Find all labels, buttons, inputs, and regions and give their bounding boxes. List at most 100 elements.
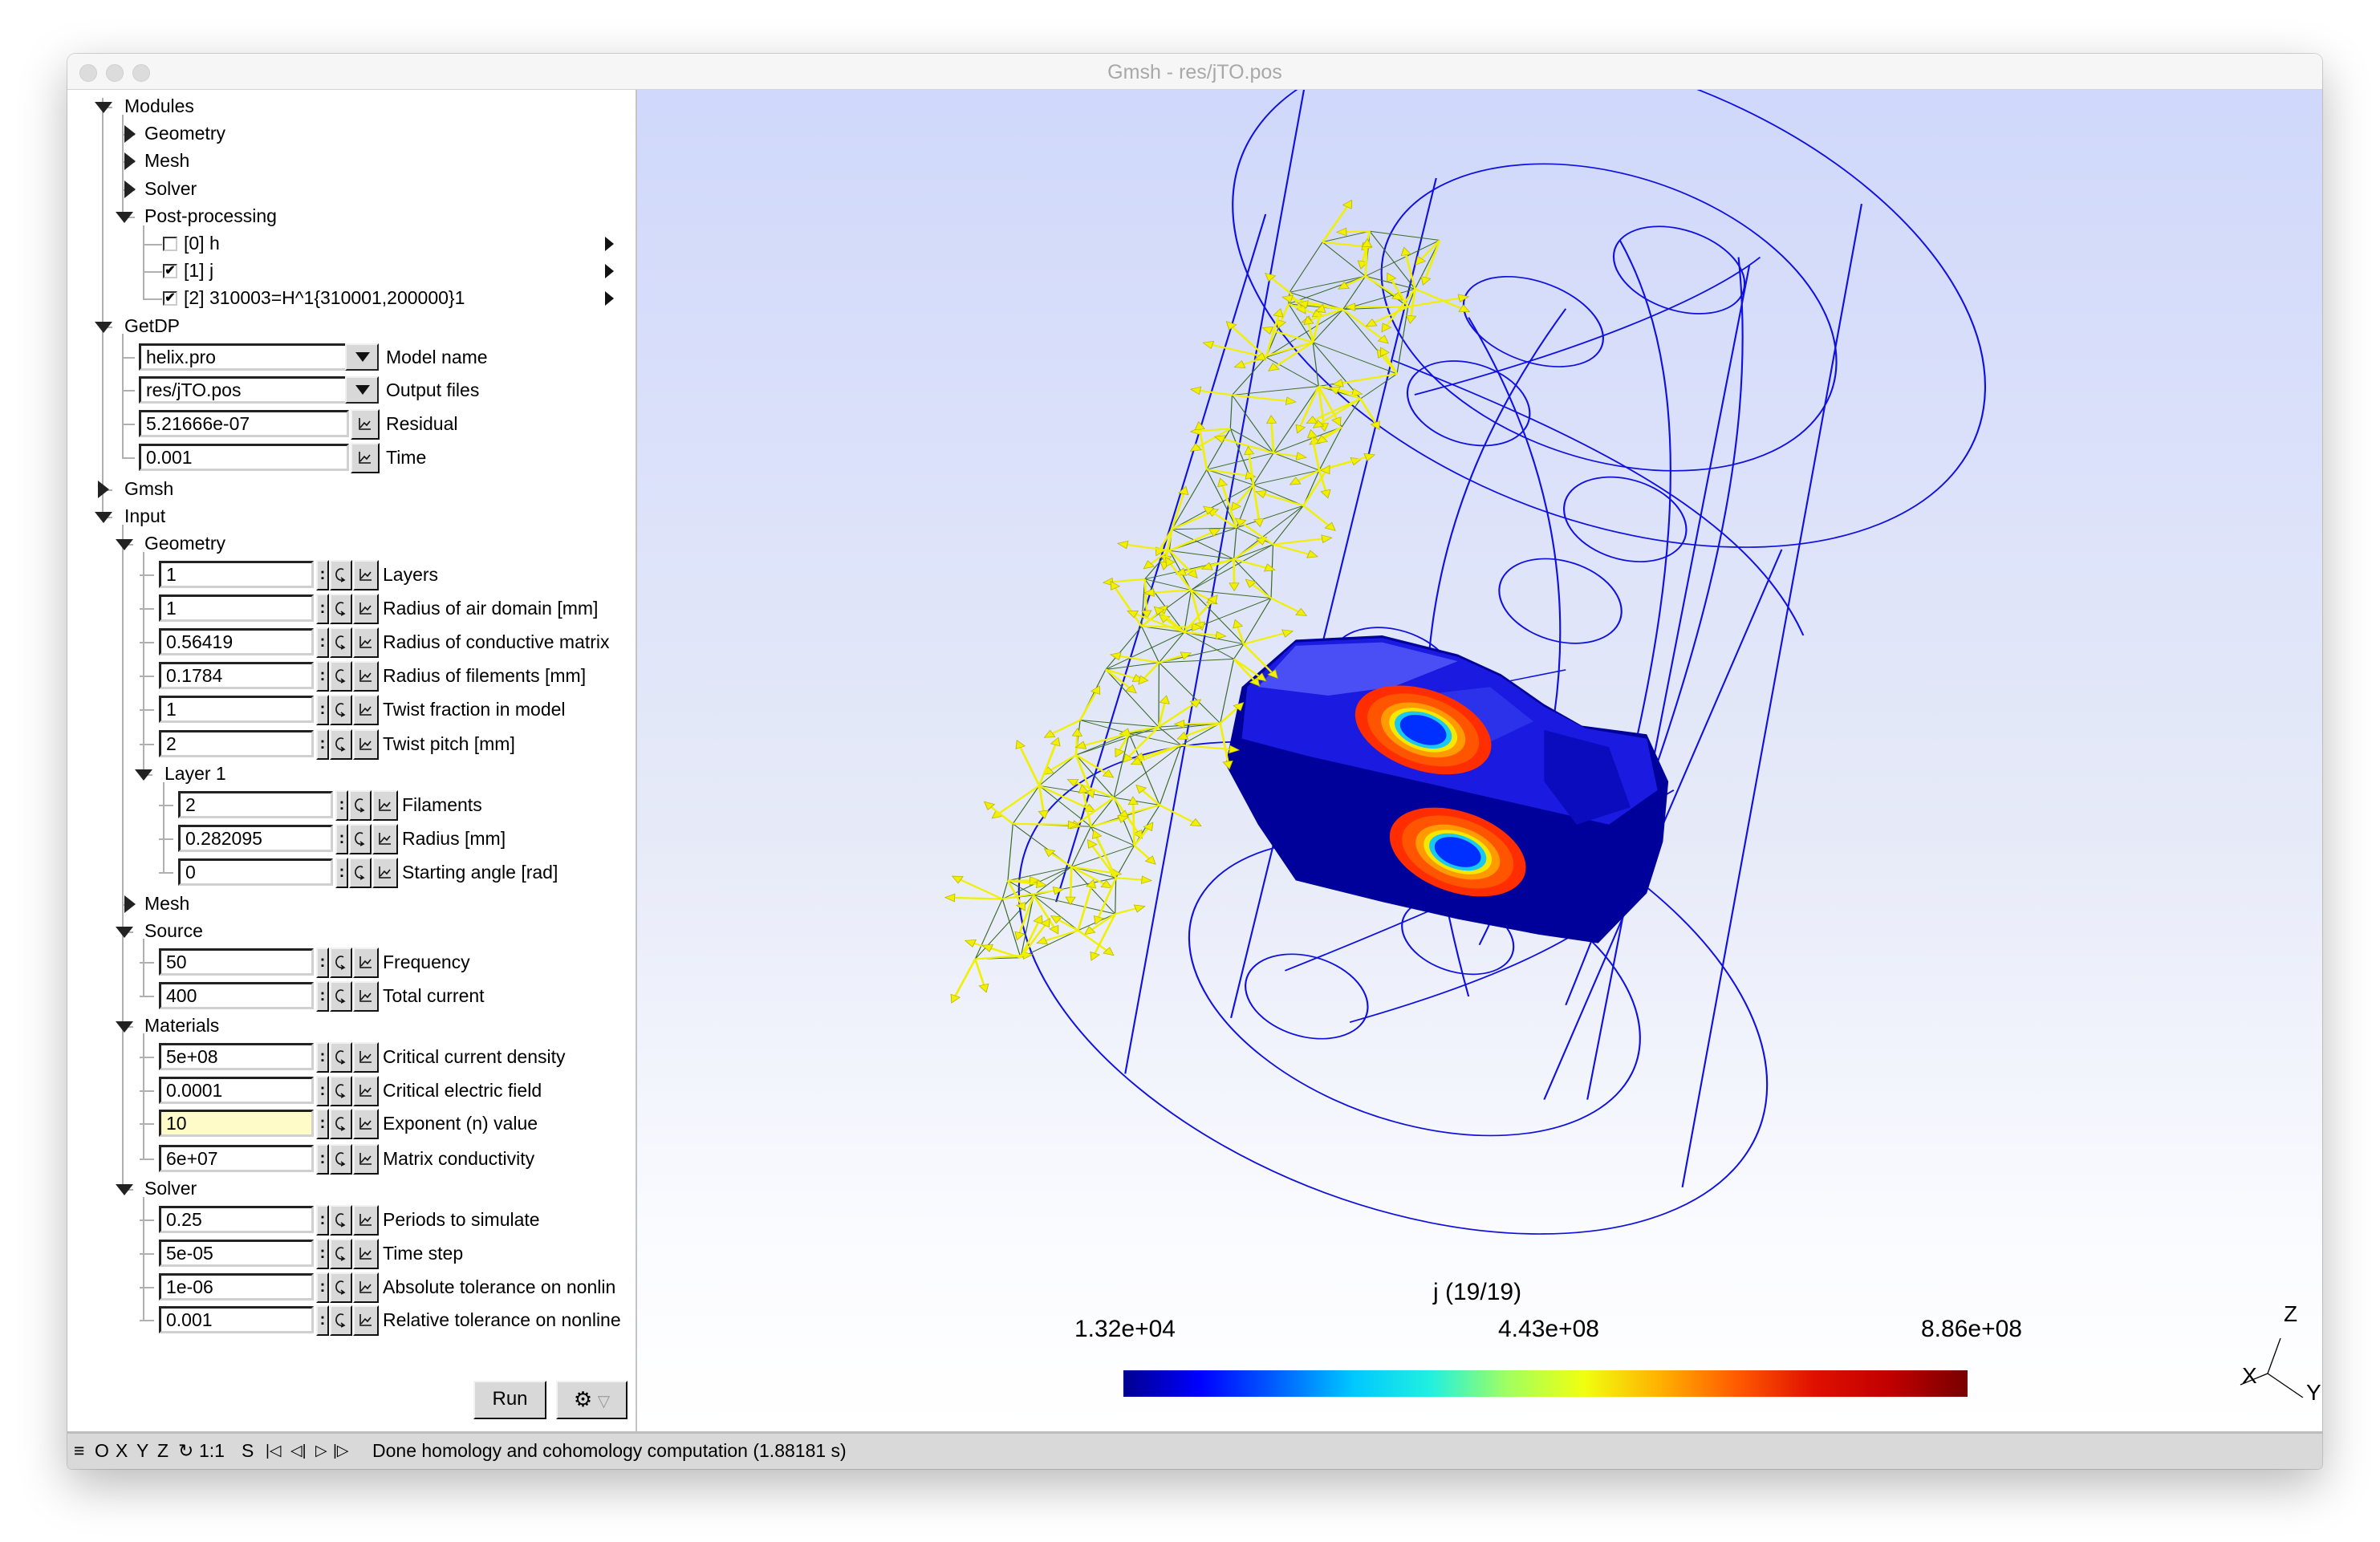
solver-param-3-loop-button[interactable] [330,1305,352,1336]
solver-param-2-loop-button[interactable] [330,1272,352,1303]
layer1-param-2-loop-button[interactable] [349,858,372,888]
source-param-0-field[interactable]: 50 [159,948,314,976]
getdp-residual-graph-button[interactable] [351,409,380,440]
tree-node-input-geometry[interactable]: Geometry [144,533,225,554]
geometry-param-3-graph-button[interactable] [353,661,379,692]
solver-param-1-range-button[interactable]: : [316,1239,329,1269]
geometry-param-3-loop-button[interactable] [330,661,352,692]
geometry-param-4-graph-button[interactable] [353,695,379,725]
first-step-button[interactable]: |◁ [266,1442,282,1460]
layer1-param-0-field[interactable]: 2 [178,791,333,818]
solver-param-2-field[interactable]: 1e-06 [159,1273,314,1301]
geometry-param-1-field[interactable]: 1 [159,594,314,622]
solver-param-0-graph-button[interactable] [353,1205,379,1236]
tree-node-post-processing[interactable]: Post-processing [144,205,277,227]
solver-param-0-loop-button[interactable] [330,1205,352,1236]
source-param-0-loop-button[interactable] [330,948,352,978]
gear-menu-button[interactable]: ⚙ ▽ [556,1381,627,1419]
geometry-param-5-loop-button[interactable] [330,729,352,760]
input-source-toggle-icon[interactable] [116,927,133,938]
input-materials-toggle-icon[interactable] [116,1021,133,1033]
layer1-param-2-field[interactable]: 0 [178,858,333,886]
materials-param-2-range-button[interactable]: : [316,1109,329,1139]
solver-param-2-graph-button[interactable] [353,1272,379,1303]
layer1-param-1-loop-button[interactable] [349,824,372,854]
solver-param-3-graph-button[interactable] [353,1305,379,1336]
scale-1-1-button[interactable]: 1:1 [199,1440,225,1462]
tree-node-solver[interactable]: Solver [144,178,197,200]
play-button[interactable]: ▷ [315,1442,327,1460]
solver-param-2-range-button[interactable]: : [316,1272,329,1303]
prev-step-button[interactable]: ◁| [290,1442,307,1460]
tree-node-input-solver[interactable]: Solver [144,1178,197,1199]
geometry-param-3-field[interactable]: 0.1784 [159,662,314,689]
geometry-param-5-range-button[interactable]: : [316,729,329,760]
materials-param-2-field[interactable]: 10 [159,1110,314,1137]
layer1-param-1-field[interactable]: 0.282095 [178,825,333,852]
materials-param-2-loop-button[interactable] [330,1109,352,1139]
scene-3d[interactable] [637,90,2322,1382]
getdp-time-field[interactable]: 0.001 [139,444,349,471]
menu-icon[interactable]: ≡ [74,1440,84,1462]
geometry-param-2-field[interactable]: 0.56419 [159,628,314,655]
view-z-button[interactable]: Z [157,1440,169,1462]
solver-param-3-field[interactable]: 0.001 [159,1306,314,1333]
tree-node-input-materials[interactable]: Materials [144,1015,219,1037]
view-0-label[interactable]: [0] h [184,233,220,254]
geometry-param-5-field[interactable]: 2 [159,730,314,757]
layer1-param-2-range-button[interactable]: : [335,858,348,888]
graphics-viewport[interactable]: j (19/19) 1.32e+04 4.43e+08 8.86e+08 Z X… [637,90,2322,1431]
layer1-param-0-graph-button[interactable] [372,790,398,821]
view-2-visibility-checkbox[interactable]: ✔ [163,291,177,306]
tree-node-input-source[interactable]: Source [144,920,203,942]
view-2-options-arrow-icon[interactable] [605,291,614,306]
layer1-collapse-icon[interactable] [135,769,152,781]
tree-node-input-mesh[interactable]: Mesh [144,893,189,915]
input-solver-toggle-icon[interactable] [116,1184,133,1195]
view-0-visibility-checkbox[interactable] [163,237,177,251]
materials-param-3-field[interactable]: 6e+07 [159,1145,314,1172]
geometry-param-4-loop-button[interactable] [330,695,352,725]
geometry-param-1-range-button[interactable]: : [316,594,329,624]
geometry-param-3-range-button[interactable]: : [316,661,329,692]
layer1-param-0-loop-button[interactable] [349,790,372,821]
getdp-output-files-select[interactable]: res/jTO.pos [139,376,377,404]
materials-param-1-loop-button[interactable] [330,1076,352,1106]
materials-param-3-range-button[interactable]: : [316,1144,329,1175]
options-tree-panel[interactable]: Modules Geometry Mesh Solver Post-processing… [67,90,637,1431]
layer1-param-1-range-button[interactable]: : [335,824,348,854]
geometry-param-4-range-button[interactable]: : [316,695,329,725]
run-button[interactable]: Run [473,1381,546,1419]
source-param-1-loop-button[interactable] [330,981,352,1012]
layer1-param-0-range-button[interactable]: : [335,790,348,821]
input-mesh-toggle-icon[interactable] [124,895,136,913]
view-1-options-arrow-icon[interactable] [605,264,614,278]
tree-node-gmsh[interactable]: Gmsh [124,478,173,500]
materials-param-2-graph-button[interactable] [353,1109,379,1139]
next-step-button[interactable]: |▷ [333,1442,349,1460]
gmsh-expand-icon[interactable] [98,481,109,498]
solver-param-0-range-button[interactable]: : [316,1205,329,1236]
materials-param-3-graph-button[interactable] [353,1144,379,1175]
materials-param-0-loop-button[interactable] [330,1042,352,1073]
view-1-visibility-checkbox[interactable]: ✔ [163,264,177,278]
geometry-param-1-loop-button[interactable] [330,594,352,624]
view-x-button[interactable]: X [116,1440,128,1462]
layer1-param-2-graph-button[interactable] [372,858,398,888]
solver-param-0-field[interactable]: 0.25 [159,1206,314,1233]
geometry-param-0-range-button[interactable]: : [316,560,329,590]
input-collapse-icon[interactable] [95,512,112,523]
source-param-1-graph-button[interactable] [353,981,379,1012]
materials-param-1-graph-button[interactable] [353,1076,379,1106]
tree-node-layer-1[interactable]: Layer 1 [164,763,226,785]
select-button[interactable]: S [242,1440,254,1462]
view-1-label[interactable]: [1] j [184,260,213,282]
geometry-param-1-graph-button[interactable] [353,594,379,624]
getdp-residual-field[interactable]: 5.21666e-07 [139,410,349,437]
geometry-param-2-graph-button[interactable] [353,627,379,658]
view-y-button[interactable]: Y [136,1440,148,1462]
geometry-param-0-loop-button[interactable] [330,560,352,590]
getdp-model-name-select[interactable]: helix.pro [139,343,377,371]
materials-param-1-range-button[interactable]: : [316,1076,329,1106]
ortho-button[interactable]: O [95,1440,109,1462]
